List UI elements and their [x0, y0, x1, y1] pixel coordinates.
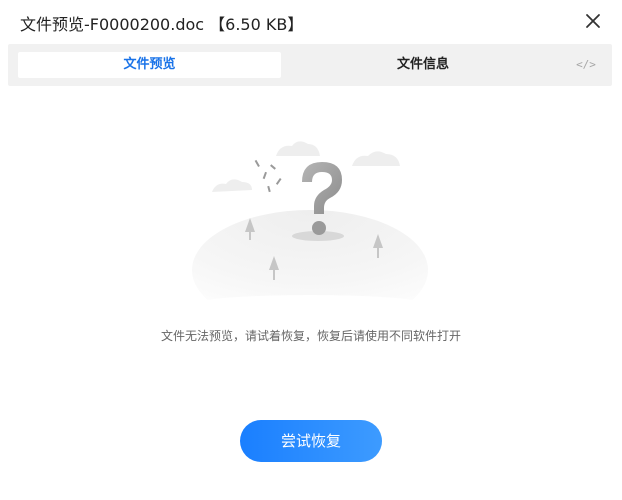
- dialog-titlebar: 文件预览-F0000200.doc 【6.50 KB】: [0, 0, 622, 44]
- tab-source-code[interactable]: </>: [566, 52, 606, 78]
- tab-file-preview[interactable]: 文件预览: [18, 52, 281, 78]
- tab-bar: 文件预览 文件信息 </>: [8, 44, 612, 86]
- close-button[interactable]: [582, 10, 604, 32]
- try-restore-button[interactable]: 尝试恢复: [240, 420, 382, 462]
- close-icon: [586, 14, 600, 28]
- tab-file-info[interactable]: 文件信息: [298, 52, 548, 78]
- empty-state-message: 文件无法预览，请试着恢复，恢复后请使用不同软件打开: [160, 329, 461, 343]
- dialog-title: 文件预览-F0000200.doc 【6.50 KB】: [20, 15, 304, 34]
- question-mark-icon: [190, 141, 430, 310]
- file-preview-dialog: 文件预览-F0000200.doc 【6.50 KB】 文件预览 文件信息 </…: [0, 0, 622, 500]
